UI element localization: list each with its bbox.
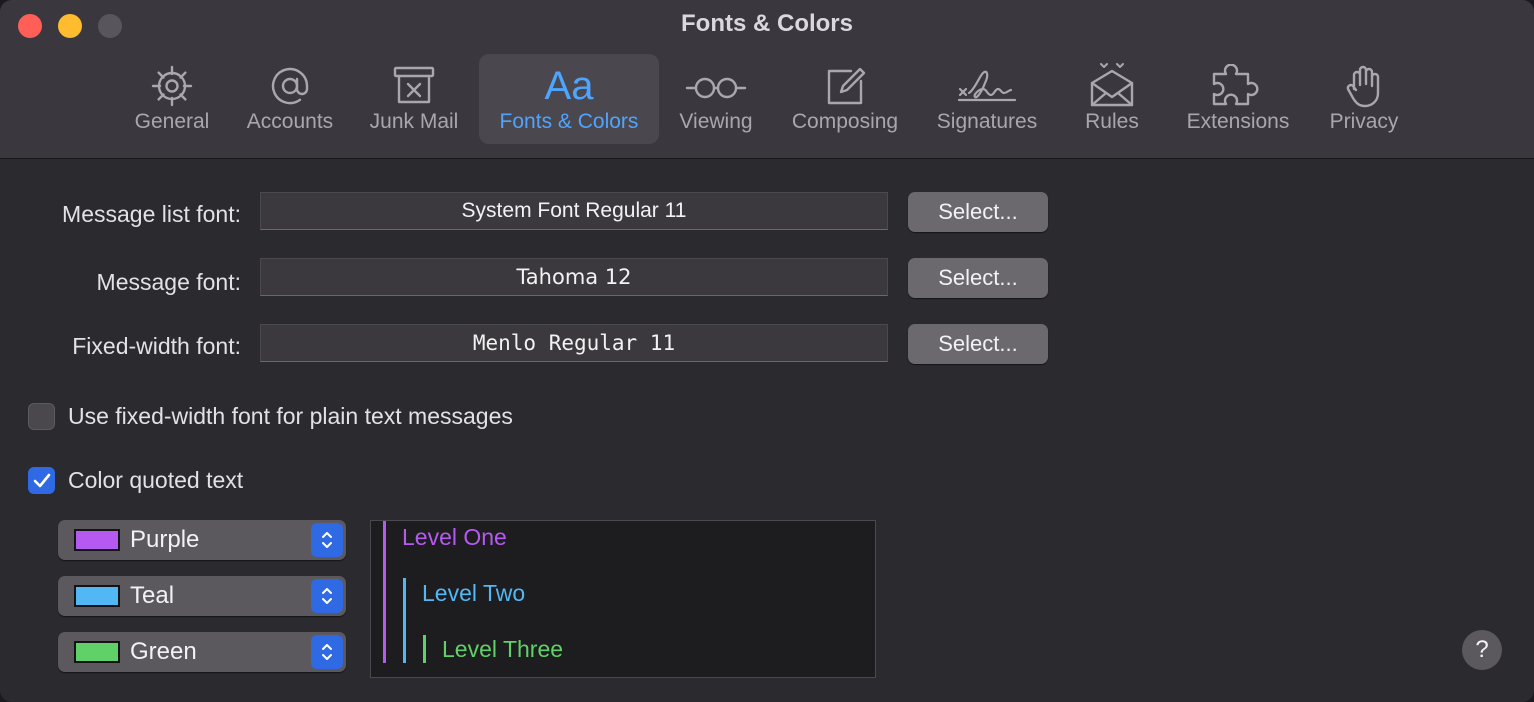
quote-color-level-one-value: Purple (130, 526, 200, 553)
tab-general-label: General (134, 110, 210, 133)
tab-signatures[interactable]: Signatures (924, 54, 1050, 144)
level-two-text: Level Two (422, 580, 526, 606)
quote-color-level-one-popup[interactable]: Purple (58, 520, 346, 560)
green-swatch (74, 641, 120, 663)
quoted-text-preview: Level One Level Two Level Three (370, 520, 876, 678)
tab-junk-mail-label: Junk Mail (369, 110, 459, 133)
tab-fonts-colors-label: Fonts & Colors (499, 110, 639, 133)
quote-color-level-two-value: Teal (130, 582, 175, 609)
chevron-updown-icon (311, 579, 343, 613)
tab-privacy[interactable]: Privacy (1318, 54, 1410, 144)
message-font-select-button[interactable]: Select... (908, 258, 1048, 298)
junk-mail-icon (358, 62, 470, 110)
tab-privacy-label: Privacy (1329, 110, 1399, 133)
message-font-field: Tahoma 12 (260, 258, 888, 296)
use-fixed-width-checkbox[interactable] (28, 403, 55, 430)
help-button[interactable]: ? (1462, 630, 1502, 670)
tab-fonts-colors[interactable]: Aa Fonts & Colors (479, 54, 659, 144)
tab-accounts[interactable]: Accounts (236, 54, 344, 144)
level-one-text: Level One (402, 524, 507, 550)
puzzle-icon (1172, 62, 1304, 110)
tab-viewing[interactable]: Viewing (668, 54, 764, 144)
tab-extensions-label: Extensions (1186, 110, 1290, 133)
rules-envelope-icon (1070, 62, 1154, 110)
hand-icon (1318, 62, 1410, 110)
message-font-label: Message font: (96, 269, 241, 295)
fixed-width-font-label: Fixed-width font: (72, 333, 241, 359)
tab-rules-label: Rules (1085, 110, 1139, 133)
message-list-font-label: Message list font: (62, 201, 241, 227)
message-list-font-field: System Font Regular 11 (260, 192, 888, 230)
quote-color-level-three-popup[interactable]: Green (58, 632, 346, 672)
chevron-updown-icon (311, 523, 343, 557)
toolbar: Fonts & Colors General Accounts Junk Mai… (0, 0, 1534, 159)
level-three-text: Level Three (442, 636, 564, 662)
glasses-icon (668, 62, 764, 110)
tab-junk-mail[interactable]: Junk Mail (358, 54, 470, 144)
tab-general[interactable]: General (126, 54, 218, 144)
fonts-aa-icon: Aa (479, 62, 659, 110)
at-sign-icon (236, 62, 344, 110)
tab-composing-label: Composing (791, 110, 899, 133)
fixed-width-font-select-button[interactable]: Select... (908, 324, 1048, 364)
chevron-updown-icon (311, 635, 343, 669)
quote-color-level-three-value: Green (130, 638, 197, 665)
tab-viewing-label: Viewing (679, 110, 753, 133)
checkmark-icon (33, 473, 50, 487)
level-two-quote-bar (403, 578, 406, 663)
color-quoted-checkbox[interactable] (28, 467, 55, 494)
preferences-window: Fonts & Colors General Accounts Junk Mai… (0, 0, 1534, 702)
level-three-quote-bar (423, 635, 426, 663)
tab-rules[interactable]: Rules (1070, 54, 1154, 144)
quote-color-level-two-popup[interactable]: Teal (58, 576, 346, 616)
use-fixed-width-label: Use fixed-width font for plain text mess… (68, 403, 513, 429)
color-quoted-label: Color quoted text (68, 467, 244, 493)
level-one-quote-bar (383, 521, 386, 663)
fonts-aa-glyph: Aa (544, 63, 594, 108)
tab-composing[interactable]: Composing (780, 54, 910, 144)
compose-icon (780, 62, 910, 110)
fixed-width-font-field: Menlo Regular 11 (260, 324, 888, 362)
tab-extensions[interactable]: Extensions (1172, 54, 1304, 144)
tab-accounts-label: Accounts (246, 110, 334, 133)
message-list-font-select-button[interactable]: Select... (908, 192, 1048, 232)
purple-swatch (74, 529, 120, 551)
teal-swatch (74, 585, 120, 607)
window-title: Fonts & Colors (681, 10, 853, 37)
tab-signatures-label: Signatures (936, 110, 1038, 133)
signature-icon (924, 62, 1050, 110)
gear-icon (126, 62, 218, 110)
